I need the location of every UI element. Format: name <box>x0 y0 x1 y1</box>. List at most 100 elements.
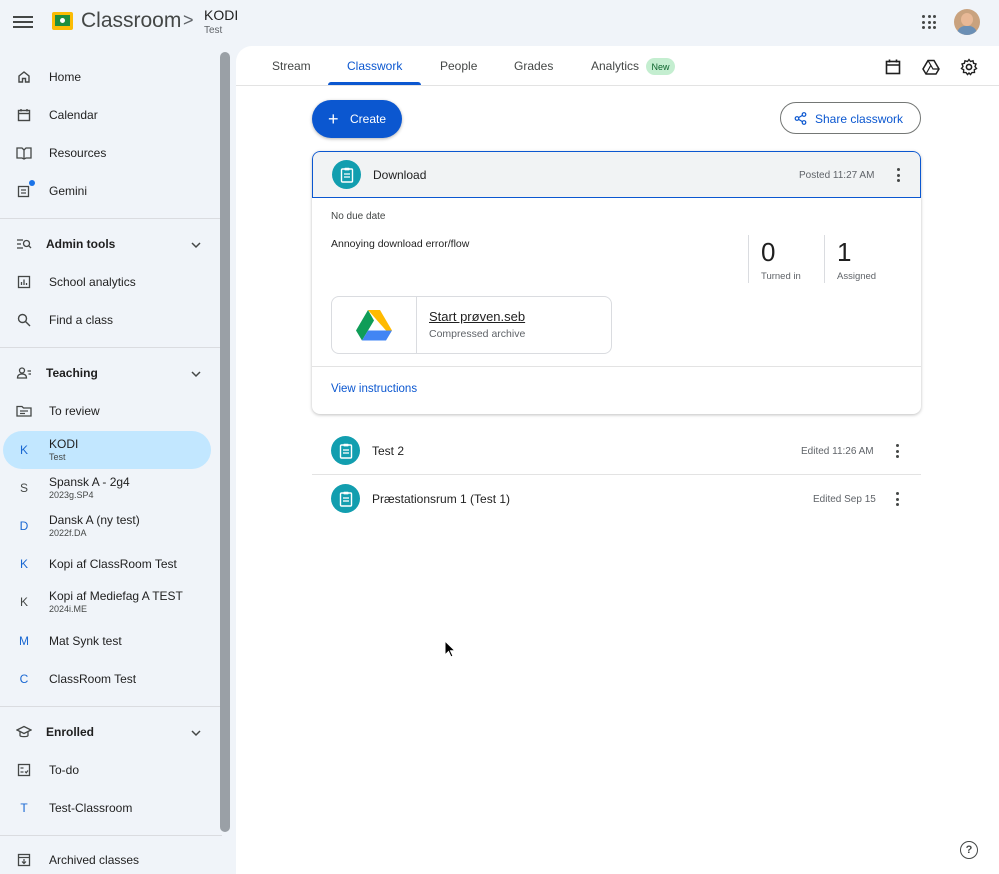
people-icon <box>16 365 32 381</box>
sidebar-class-test-classroom[interactable]: T Test-Classroom <box>0 789 211 827</box>
sidebar-class-spansk[interactable]: S Spansk A - 2g4 2023g.SP4 <box>0 469 211 507</box>
sidebar-item-todo[interactable]: To-do <box>0 751 211 789</box>
class-letter-avatar: K <box>16 556 32 572</box>
admin-tools-header[interactable]: Admin tools <box>0 225 211 263</box>
breadcrumb-class-name[interactable]: KODI <box>204 7 238 23</box>
class-name: ClassRoom Test <box>49 672 137 686</box>
assignment-title: Download <box>373 168 427 182</box>
help-icon[interactable]: ? <box>960 841 978 859</box>
class-section: 2022f.DA <box>49 528 87 538</box>
class-section: 2023g.SP4 <box>49 490 94 500</box>
main-menu-icon[interactable] <box>13 13 33 31</box>
class-name: KODI <box>49 437 79 451</box>
sidebar-item-label: To-do <box>49 763 80 777</box>
active-tab-indicator <box>328 82 421 85</box>
chevron-right-icon: > <box>183 10 194 30</box>
gemini-icon <box>16 180 35 199</box>
chevron-down-icon[interactable] <box>190 238 202 250</box>
turned-in-label: Turned in <box>761 271 801 282</box>
chevron-down-icon[interactable] <box>190 726 202 738</box>
class-letter: K <box>19 443 28 457</box>
assignment-card-header[interactable]: Download Posted 11:27 AM <box>312 151 921 198</box>
sidebar-item-resources[interactable]: Resources <box>0 134 211 172</box>
sidebar-class-kodi[interactable]: K KODI Test <box>3 431 211 469</box>
attachment-card[interactable]: Start prøven.seb Compressed archive <box>331 296 612 354</box>
sidebar-class-kopi-mediefag[interactable]: K Kopi af Mediefag A TEST 2024i.ME <box>0 583 211 621</box>
tab-classwork[interactable]: Classwork <box>347 59 402 73</box>
assignment-row-test-2[interactable]: Test 2 Edited 11:26 AM <box>312 427 921 474</box>
share-button-label: Share classwork <box>815 112 904 126</box>
classroom-logo-icon[interactable] <box>52 12 73 30</box>
checklist-icon <box>16 762 32 778</box>
tab-analytics[interactable]: Analytics <box>591 59 639 73</box>
class-letter: S <box>19 481 28 495</box>
attachment-type: Compressed archive <box>429 328 526 340</box>
graduation-cap-icon <box>16 724 32 740</box>
share-icon <box>794 112 807 125</box>
sidebar-class-dansk[interactable]: D Dansk A (ny test) 2022f.DA <box>0 507 211 545</box>
sidebar-item-to-review[interactable]: To review <box>0 392 211 430</box>
sidebar-item-gemini[interactable]: Gemini <box>0 172 211 210</box>
assignment-description: Annoying download error/flow <box>331 238 470 250</box>
section-label: Enrolled <box>46 725 95 739</box>
assignment-title: Præstationsrum 1 (Test 1) <box>372 492 511 506</box>
sidebar-item-archived[interactable]: Archived classes <box>0 841 211 874</box>
more-vert-icon[interactable] <box>895 444 899 458</box>
class-letter: D <box>19 519 29 533</box>
sidebar-item-home[interactable]: Home <box>0 58 211 96</box>
sidebar-class-mat-synk[interactable]: M Mat Synk test <box>0 622 211 660</box>
calendar-icon <box>16 107 32 123</box>
turned-in-count[interactable]: 0 <box>761 237 775 268</box>
drive-folder-icon[interactable] <box>922 58 940 76</box>
create-button[interactable]: + Create <box>312 100 402 138</box>
assigned-label: Assigned <box>837 271 877 282</box>
breadcrumb-class-section: Test <box>204 25 223 36</box>
app-title[interactable]: Classroom <box>81 9 181 33</box>
assigned-count[interactable]: 1 <box>837 237 851 268</box>
assignment-icon <box>331 484 360 513</box>
class-letter-avatar: S <box>16 480 32 496</box>
avatar[interactable] <box>954 9 980 35</box>
tab-stream[interactable]: Stream <box>272 59 311 73</box>
teaching-header[interactable]: Teaching <box>0 354 211 392</box>
assignment-row-praestationsrum[interactable]: Præstationsrum 1 (Test 1) Edited Sep 15 <box>312 475 921 522</box>
archive-icon <box>16 852 32 868</box>
sidebar-item-label: Resources <box>49 146 107 160</box>
edited-time: Edited Sep 15 <box>813 494 876 505</box>
class-letter: M <box>19 634 29 648</box>
sidebar-item-label: Home <box>49 70 82 84</box>
class-letter-avatar: C <box>16 671 32 687</box>
plus-icon: + <box>328 109 339 129</box>
view-instructions-link[interactable]: View instructions <box>331 383 417 395</box>
attachment-title[interactable]: Start prøven.seb <box>429 309 525 324</box>
share-classwork-button[interactable]: Share classwork <box>780 102 921 134</box>
sidebar-scrollbar[interactable] <box>220 52 230 832</box>
divider <box>0 218 222 219</box>
class-letter-avatar: T <box>16 800 32 816</box>
settings-gear-icon[interactable] <box>960 58 978 76</box>
chevron-down-icon[interactable] <box>190 367 202 379</box>
divider <box>312 366 921 367</box>
sidebar-item-find-a-class[interactable]: Find a class <box>0 301 211 339</box>
class-name: Test-Classroom <box>49 801 133 815</box>
tab-people[interactable]: People <box>440 59 477 73</box>
class-name: Dansk A (ny test) <box>49 513 140 527</box>
calendar-icon[interactable] <box>884 58 902 76</box>
sidebar-class-classroom-test[interactable]: C ClassRoom Test <box>0 660 211 698</box>
sidebar-item-label: Calendar <box>49 108 98 122</box>
assignment-card-expanded: Download Posted 11:27 AM No due date Ann… <box>312 151 921 414</box>
sidebar-class-kopi-classroom[interactable]: K Kopi af ClassRoom Test <box>0 545 211 583</box>
google-apps-icon[interactable] <box>922 15 936 29</box>
create-button-label: Create <box>350 112 387 126</box>
mouse-cursor-icon <box>444 640 456 658</box>
tab-grades[interactable]: Grades <box>514 59 553 73</box>
enrolled-header[interactable]: Enrolled <box>0 713 211 751</box>
more-vert-icon[interactable] <box>896 168 900 182</box>
class-letter-avatar: K <box>16 594 32 610</box>
more-vert-icon[interactable] <box>895 492 899 506</box>
divider <box>0 835 222 836</box>
sidebar-item-calendar[interactable]: Calendar <box>0 96 211 134</box>
sidebar-item-school-analytics[interactable]: School analytics <box>0 263 211 301</box>
assignment-title: Test 2 <box>372 444 405 458</box>
book-icon <box>16 145 32 161</box>
